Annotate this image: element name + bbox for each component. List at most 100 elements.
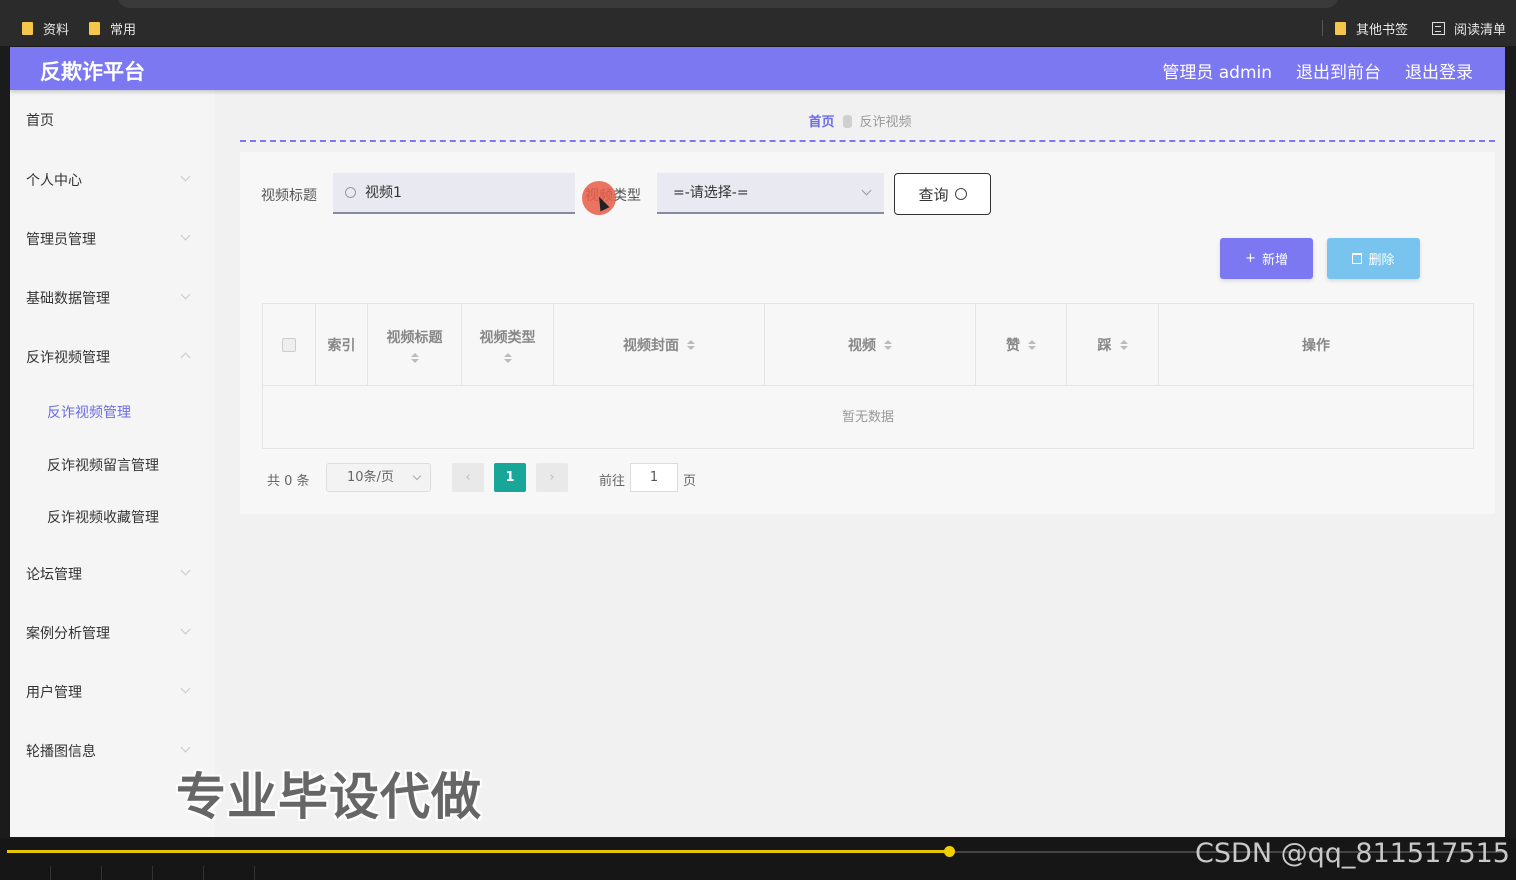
col-index-label: 索引 (327, 338, 356, 354)
delete-button[interactable]: 删除 (1327, 238, 1420, 279)
seek-progress (7, 850, 949, 853)
chevron-up-icon (180, 352, 191, 363)
bookmark-label: 其他书签 (1356, 22, 1409, 38)
sidebar: 首页 个人中心 管理员管理 基础数据管理 反诈视频管理 反诈视频管理 反诈视频留… (10, 90, 215, 837)
page-size-select[interactable]: 10条/页 (326, 463, 431, 492)
chevron-down-icon (180, 289, 191, 300)
seek-handle[interactable] (944, 846, 955, 857)
breadcrumb-home[interactable]: 首页 (808, 115, 834, 130)
prev-page-button[interactable]: ‹ (452, 463, 484, 492)
reading-list-icon (1432, 21, 1445, 35)
reading-list[interactable]: 阅读清单 (1432, 18, 1506, 38)
sidebar-item-cases[interactable]: 案例分析管理 (26, 623, 110, 643)
sidebar-item-admins[interactable]: 管理员管理 (26, 229, 96, 249)
add-button[interactable]: + 新增 (1220, 238, 1313, 279)
divider (240, 140, 1495, 142)
sort-icon[interactable] (884, 340, 892, 350)
col-title[interactable]: 视频标题 (368, 304, 462, 386)
empty-state: 暂无数据 (841, 410, 894, 425)
chevron-down-icon (861, 185, 872, 196)
goto-page-input[interactable]: 1 (630, 463, 678, 492)
watermark-text: 专业毕设代做 (176, 768, 482, 826)
content-panel: 视频标题 视频1 视频类型 =-请选择-= 查询 + 新增 删除 (240, 152, 1495, 514)
chevron-down-icon (180, 171, 191, 182)
title-search-input[interactable]: 视频1 (333, 173, 575, 214)
chevron-down-icon (180, 742, 191, 753)
bookmark-changyong[interactable]: 常用 (89, 18, 136, 38)
col-type[interactable]: 视频类型 (462, 304, 554, 386)
folder-icon (22, 21, 33, 35)
page-1-button[interactable]: 1 (494, 463, 526, 492)
sort-icon[interactable] (687, 340, 695, 350)
chevron-down-icon (412, 471, 422, 481)
delete-button-label: 删除 (1368, 253, 1395, 268)
logout-link[interactable]: 退出登录 (1405, 58, 1473, 83)
type-select[interactable]: =-请选择-= (657, 173, 884, 214)
add-button-label: 新增 (1261, 253, 1288, 268)
bookmark-label: 资料 (43, 22, 70, 38)
page-suffix: 页 (683, 474, 697, 489)
chevron-down-icon (180, 230, 191, 241)
search-icon (954, 188, 967, 200)
sort-icon[interactable] (1119, 340, 1128, 350)
total-count: 共 0 条 (267, 474, 310, 489)
col-cover-label: 视频封面 (623, 338, 679, 354)
col-index: 索引 (316, 304, 368, 386)
col-likes-label: 赞 (1006, 338, 1020, 354)
col-dislikes[interactable]: 踩 (1067, 304, 1159, 386)
sidebar-item-users[interactable]: 用户管理 (26, 682, 82, 702)
bookmark-other[interactable]: 其他书签 (1335, 18, 1408, 38)
top-nav: 反欺诈平台 管理员 admin 退出到前台 退出登录 (10, 47, 1505, 90)
title-input-value: 视频1 (365, 185, 402, 201)
query-button-label: 查询 (918, 185, 949, 204)
sidebar-item-carousel[interactable]: 轮播图信息 (26, 741, 96, 761)
brand-title: 反欺诈平台 (40, 60, 145, 84)
col-actions: 操作 (1159, 304, 1473, 386)
sidebar-item-basic-data[interactable]: 基础数据管理 (26, 288, 110, 308)
sort-icon[interactable] (503, 353, 512, 363)
sidebar-item-fraud-video[interactable]: 反诈视频管理 (26, 347, 110, 367)
trash-icon (1352, 253, 1363, 264)
sort-icon[interactable] (410, 353, 419, 363)
sidebar-item-home[interactable]: 首页 (26, 110, 54, 130)
sidebar-subitem-video-favorites[interactable]: 反诈视频收藏管理 (47, 507, 159, 527)
app-window: 反欺诈平台 管理员 admin 退出到前台 退出登录 首页 个人中心 管理员管理… (10, 47, 1505, 837)
search-icon (345, 187, 356, 198)
browser-toolbar: 资料 常用 其他书签 阅读清单 (0, 0, 1516, 46)
chevron-down-icon (180, 565, 191, 576)
table-header: 索引 视频标题 视频类型 视频封面 视频 赞 踩 操作 (263, 304, 1473, 386)
plus-icon: + (1245, 251, 1256, 266)
bookmark-ziliao[interactable]: 资料 (22, 18, 69, 38)
exit-to-front-link[interactable]: 退出到前台 (1296, 58, 1381, 83)
csdn-credit: CSDN @qq_811517515 (1195, 838, 1510, 869)
sort-icon[interactable] (1028, 340, 1036, 350)
type-select-value: =-请选择-= (673, 185, 749, 201)
breadcrumb: 首页 反诈视频 (215, 111, 1505, 130)
breadcrumb-current: 反诈视频 (859, 115, 912, 130)
sidebar-subitem-video-manage[interactable]: 反诈视频管理 (47, 402, 131, 422)
select-all-checkbox[interactable] (282, 338, 296, 352)
next-page-button[interactable]: › (536, 463, 568, 492)
sidebar-subitem-video-comments[interactable]: 反诈视频留言管理 (47, 455, 159, 475)
video-player-bar: CSDN @qq_811517515 (0, 838, 1516, 880)
col-cover[interactable]: 视频封面 (554, 304, 765, 386)
col-likes[interactable]: 赞 (976, 304, 1067, 386)
goto-label: 前往 (599, 474, 626, 489)
hand-icon (842, 115, 852, 128)
title-label: 视频标题 (261, 188, 317, 204)
sidebar-item-forum[interactable]: 论坛管理 (26, 564, 82, 584)
col-dislikes-label: 踩 (1097, 338, 1112, 354)
col-video[interactable]: 视频 (765, 304, 976, 386)
select-all-cell (263, 304, 316, 386)
data-table: 索引 视频标题 视频类型 视频封面 视频 赞 踩 操作 暂无数据 (262, 303, 1474, 449)
sidebar-item-profile[interactable]: 个人中心 (26, 170, 82, 190)
query-button[interactable]: 查询 (894, 173, 991, 215)
col-video-label: 视频 (848, 338, 876, 354)
chevron-down-icon (180, 683, 191, 694)
bookmark-label: 阅读清单 (1454, 22, 1507, 38)
address-bar[interactable] (118, 0, 1338, 8)
page-size-value: 10条/页 (347, 470, 394, 485)
col-type-label: 视频类型 (479, 330, 536, 346)
folder-icon (1335, 21, 1346, 35)
col-title-label: 视频标题 (386, 330, 443, 346)
